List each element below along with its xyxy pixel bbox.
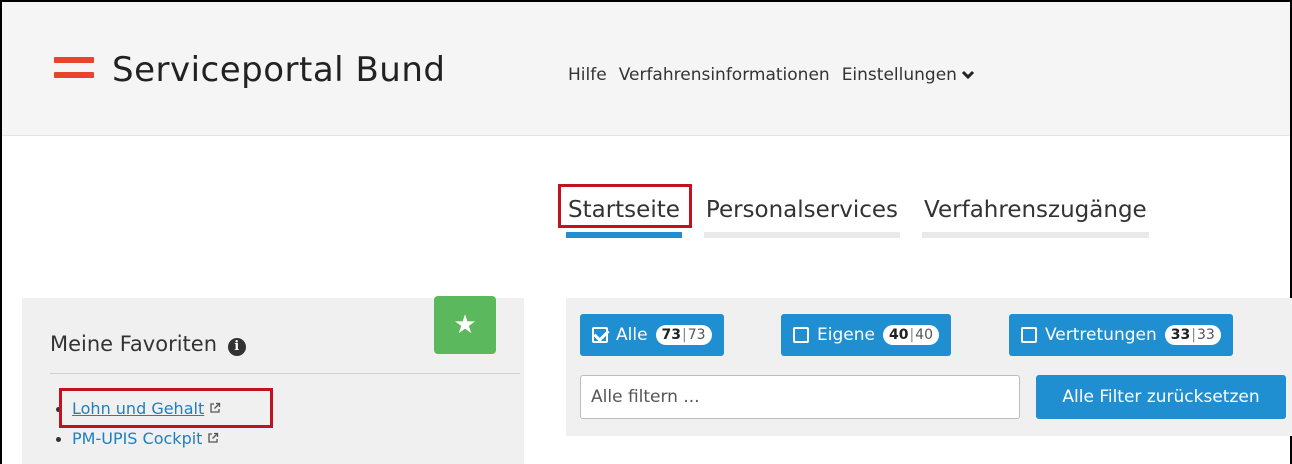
count-value: 33 <box>1170 327 1191 343</box>
nav-settings-label: Einstellungen <box>841 65 957 85</box>
nav-help-link[interactable]: Hilfe <box>568 65 607 85</box>
tab-underline <box>922 232 1149 238</box>
filter-all-button[interactable]: Alle 73|73 <box>580 314 724 356</box>
favorites-title-text: Meine Favoriten <box>50 332 218 356</box>
reset-filters-button[interactable]: Alle Filter zurücksetzen <box>1036 375 1286 419</box>
star-icon: ★ <box>453 310 477 340</box>
count-total: 33 <box>1196 327 1215 343</box>
tab-personalservices[interactable]: Personalservices <box>703 190 901 238</box>
favorites-title: Meine Favoriten i <box>50 332 246 356</box>
highlight-box <box>59 388 273 428</box>
tab-underline <box>566 232 682 238</box>
tab-startseite[interactable]: Startseite <box>558 184 692 238</box>
chevron-down-icon <box>961 70 974 80</box>
filter-label: Vertretungen <box>1045 325 1157 345</box>
tab-underline <box>703 232 901 238</box>
filter-own-button[interactable]: Eigene 40|40 <box>781 314 951 356</box>
tab-label: Verfahrenszugänge <box>924 197 1147 223</box>
filter-label: Alle <box>616 325 648 345</box>
top-navigation: Hilfe Verfahrensinformationen Einstellun… <box>568 65 975 85</box>
external-link-icon <box>208 432 219 443</box>
checkbox-unchecked-icon <box>1021 327 1037 343</box>
brand-title[interactable]: Serviceportal Bund <box>112 50 445 90</box>
filter-panel: Alle 73|73 Eigene 40|40 Vertretungen 33|… <box>566 298 1292 436</box>
tab-verfahrenszugaenge[interactable]: Verfahrenszugänge <box>922 190 1149 238</box>
divider <box>50 373 520 374</box>
add-favorite-star-button[interactable]: ★ <box>434 296 496 354</box>
tab-label: Personalservices <box>705 197 899 223</box>
austria-flag-logo-icon[interactable] <box>54 57 94 79</box>
count-badge: 33|33 <box>1164 325 1221 345</box>
count-value: 40 <box>888 327 909 343</box>
count-value: 73 <box>661 327 682 343</box>
filter-substitutions-button[interactable]: Vertretungen 33|33 <box>1009 314 1233 356</box>
site-header: Serviceportal Bund Hilfe Verfahrensinfor… <box>2 2 1290 136</box>
checkbox-checked-icon <box>592 327 608 343</box>
main-tabs: Startseite Personalservices Verfahrenszu… <box>558 184 1149 238</box>
highlight-box <box>558 184 692 228</box>
checkbox-unchecked-icon <box>793 327 809 343</box>
nav-procedure-info-link[interactable]: Verfahrensinformationen <box>619 65 830 85</box>
info-icon[interactable]: i <box>227 338 246 356</box>
favorite-link-label: PM-UPIS Cockpit <box>72 429 203 448</box>
count-total: 40 <box>915 327 933 343</box>
filter-search-input[interactable] <box>580 375 1020 419</box>
nav-settings-dropdown[interactable]: Einstellungen <box>842 65 975 85</box>
favorite-link-pm-upis-cockpit[interactable]: PM-UPIS Cockpit <box>72 429 219 448</box>
favorites-panel: Meine Favoriten i ★ Lohn und Gehalt PM-U… <box>22 296 524 464</box>
filter-label: Eigene <box>817 325 875 345</box>
count-badge: 73|73 <box>655 325 712 345</box>
list-item: PM-UPIS Cockpit <box>54 426 221 456</box>
count-total: 73 <box>687 327 706 343</box>
count-badge: 40|40 <box>882 325 939 345</box>
